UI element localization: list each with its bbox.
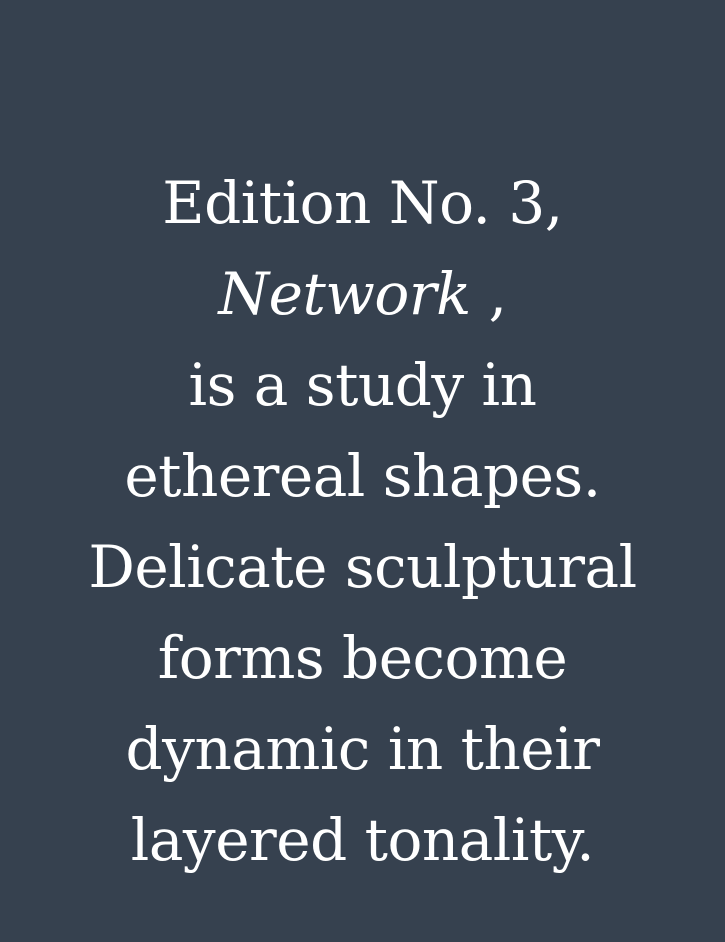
- description-line: Delicate sculptural: [88, 533, 637, 601]
- title-comma: ,: [470, 260, 507, 328]
- description-line: dynamic in their: [125, 715, 600, 783]
- title-line: Network ,: [0, 249, 725, 340]
- description-line: layered tonality.: [130, 806, 595, 874]
- text-panel: Edition No. 3, Network , is a study in e…: [0, 0, 725, 942]
- edition-title: Network: [218, 260, 471, 328]
- edition-line: Edition No. 3,: [162, 169, 563, 237]
- description-line: is a study in: [188, 351, 537, 419]
- edition-description: Edition No. 3, Network , is a study in e…: [0, 158, 725, 886]
- description-line: forms become: [157, 624, 568, 692]
- description-line: ethereal shapes.: [124, 442, 601, 510]
